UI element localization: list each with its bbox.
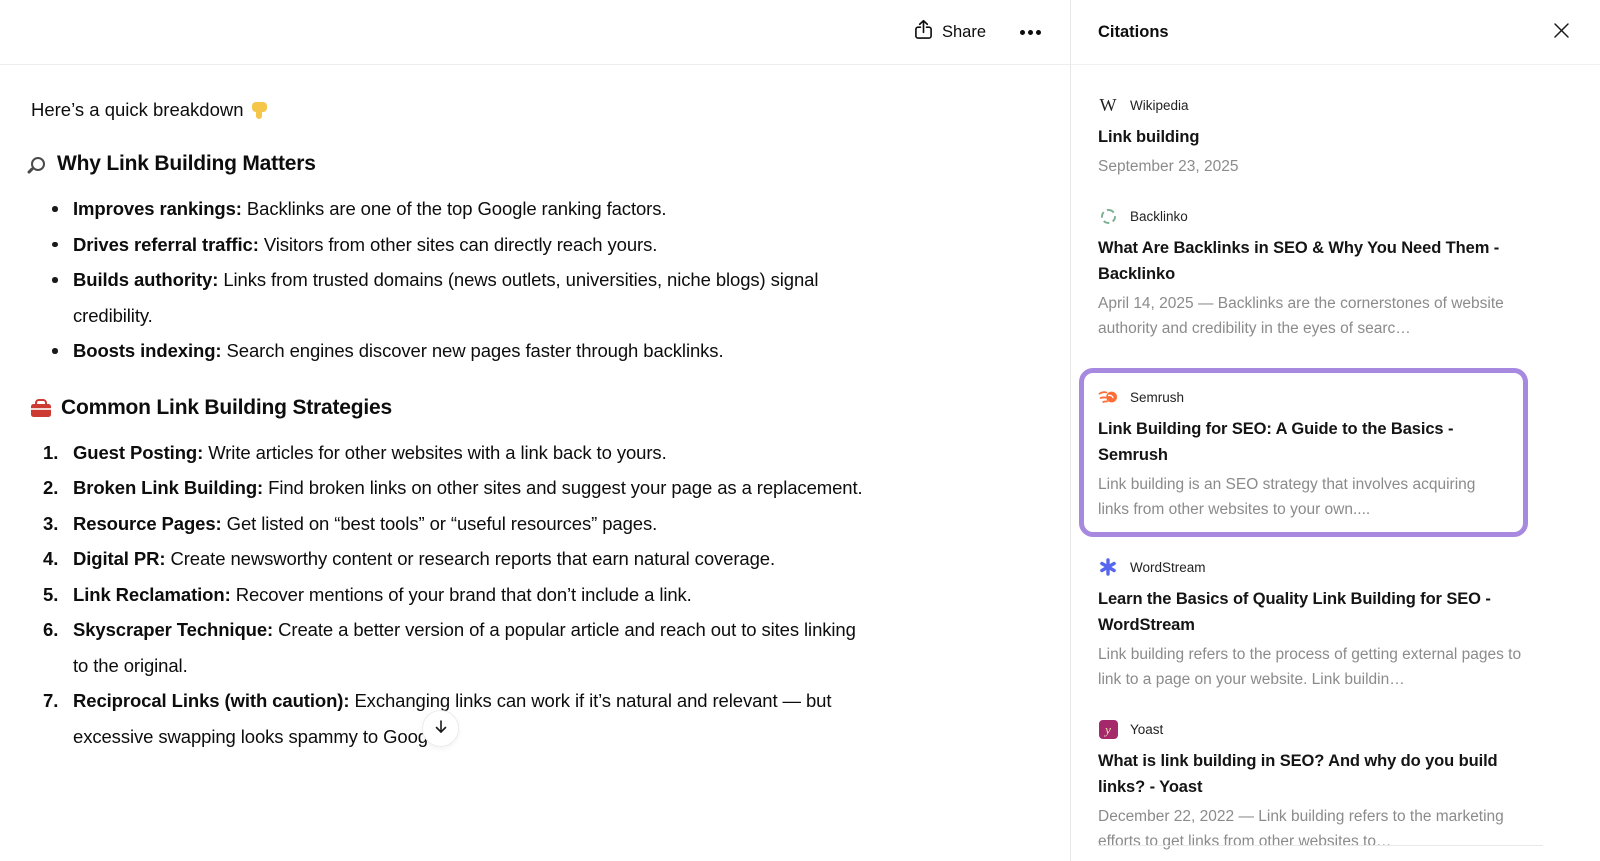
citation-title: Link Building for SEO: A Guide to the Ba… bbox=[1098, 420, 1454, 464]
citation-item-wordstream[interactable]: WordStream Learn the Basics of Quality L… bbox=[1098, 557, 1540, 692]
citation-snippet: Link building refers to the process of g… bbox=[1098, 646, 1522, 688]
list-item: Digital PR: Create newsworthy content or… bbox=[43, 541, 776, 576]
citation-source: Wikipedia bbox=[1130, 97, 1189, 113]
list-item: Boosts indexing: Search engines discover… bbox=[31, 333, 876, 369]
scroll-to-bottom-button[interactable] bbox=[422, 710, 459, 747]
citation-snippet: September 23, 2025 bbox=[1098, 158, 1239, 175]
citation-title: What is link building in SEO? And why do… bbox=[1098, 752, 1498, 796]
list-item: Guest Posting: Write articles for other … bbox=[43, 435, 667, 470]
citation-source-row: WordStream bbox=[1098, 557, 1540, 577]
app-window: Share Here’s a quick breakdown Why Link … bbox=[0, 0, 1600, 861]
down-arrow-icon bbox=[432, 718, 450, 739]
strategies-list: Guest Posting: Write articles for other … bbox=[31, 435, 1040, 755]
citation-source: Backlinko bbox=[1130, 208, 1188, 224]
citation-source: Yoast bbox=[1130, 721, 1164, 737]
yoast-icon: y bbox=[1098, 719, 1118, 739]
wordstream-icon bbox=[1098, 557, 1118, 577]
conversation-pane: Share Here’s a quick breakdown Why Link … bbox=[0, 0, 1071, 861]
citation-snippet: December 22, 2022 — Link building refers… bbox=[1098, 808, 1504, 850]
citation-item-yoast[interactable]: y Yoast What is link building in SEO? An… bbox=[1098, 719, 1540, 854]
list-item: Builds authority: Links from trusted dom… bbox=[31, 262, 876, 333]
citation-item-wikipedia[interactable]: W Wikipedia Link building September 23, … bbox=[1098, 95, 1540, 179]
list-item: Skyscraper Technique: Create a better ve… bbox=[43, 612, 856, 676]
benefits-list: Improves rankings: Backlinks are one of … bbox=[31, 191, 1040, 369]
citations-panel-title: Citations bbox=[1098, 22, 1169, 41]
pointing-down-emoji-icon bbox=[251, 101, 267, 120]
citation-source-row: Backlinko bbox=[1098, 206, 1540, 226]
citation-title: Learn the Basics of Quality Link Buildin… bbox=[1098, 590, 1491, 634]
answer-content: Here’s a quick breakdown Why Link Buildi… bbox=[0, 65, 1070, 754]
citations-header: Citations bbox=[1071, 0, 1600, 65]
citations-panel: Citations W Wikipedia Link building Sept… bbox=[1071, 0, 1600, 861]
citation-source-row: W Wikipedia bbox=[1098, 95, 1540, 115]
citation-item-backlinko[interactable]: Backlinko What Are Backlinks in SEO & Wh… bbox=[1098, 206, 1540, 341]
citation-title: Link building bbox=[1098, 128, 1200, 146]
close-icon bbox=[1553, 22, 1570, 42]
intro-line: Here’s a quick breakdown bbox=[31, 95, 1040, 125]
citation-source-row: y Yoast bbox=[1098, 719, 1540, 739]
section-heading-strategies: Common Link Building Strategies bbox=[31, 396, 1040, 420]
share-label: Share bbox=[941, 22, 986, 41]
list-item: Link Reclamation: Recover mentions of yo… bbox=[43, 577, 692, 612]
citation-snippet: Link building is an SEO strategy that in… bbox=[1098, 476, 1476, 518]
more-options-button[interactable] bbox=[1012, 14, 1048, 50]
citation-snippet: April 14, 2025 — Backlinks are the corne… bbox=[1098, 295, 1504, 337]
citation-source: WordStream bbox=[1130, 559, 1206, 575]
share-icon bbox=[914, 19, 933, 45]
list-item: Broken Link Building: Find broken links … bbox=[43, 470, 863, 505]
conversation-toolbar: Share bbox=[0, 0, 1070, 65]
citation-item-semrush-highlighted[interactable]: Semrush Link Building for SEO: A Guide t… bbox=[1079, 368, 1528, 537]
list-item: Improves rankings: Backlinks are one of … bbox=[31, 191, 876, 227]
section-heading-text: Why Link Building Matters bbox=[57, 152, 316, 175]
semrush-icon bbox=[1098, 387, 1118, 407]
citation-title: What Are Backlinks in SEO & Why You Need… bbox=[1098, 239, 1500, 283]
citation-source: Semrush bbox=[1130, 389, 1185, 405]
close-citations-button[interactable] bbox=[1544, 15, 1578, 49]
list-item: Resource Pages: Get listed on “best tool… bbox=[43, 506, 658, 541]
share-button[interactable]: Share bbox=[914, 19, 986, 45]
backlinko-icon bbox=[1098, 206, 1118, 226]
section-heading-why-link-building: Why Link Building Matters bbox=[31, 152, 1040, 176]
ellipsis-icon bbox=[1027, 29, 1033, 35]
wikipedia-icon: W bbox=[1099, 94, 1117, 115]
panel-bottom-divider bbox=[1098, 845, 1543, 846]
list-item: Drives referral traffic: Visitors from o… bbox=[31, 227, 876, 263]
toolbox-emoji-icon bbox=[31, 398, 51, 417]
section-heading-text: Common Link Building Strategies bbox=[61, 395, 392, 419]
magnifying-glass-emoji-icon bbox=[31, 157, 45, 171]
citation-source-row: Semrush bbox=[1098, 387, 1509, 407]
intro-text: Here’s a quick breakdown bbox=[31, 99, 244, 120]
citations-list: W Wikipedia Link building September 23, … bbox=[1071, 65, 1600, 854]
